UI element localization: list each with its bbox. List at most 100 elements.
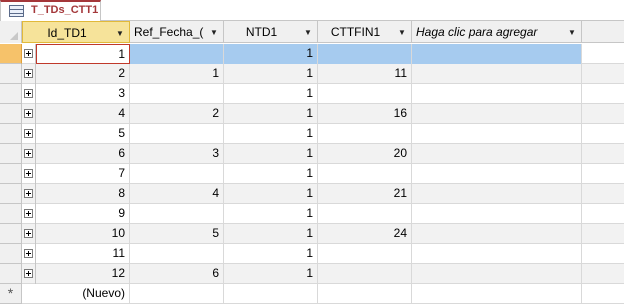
row-selector[interactable] [0,164,22,184]
plus-expand-icon[interactable] [24,229,33,238]
cell-id-td1[interactable]: 3 [36,84,130,104]
plus-expand-icon[interactable] [24,249,33,258]
cell-ntd1[interactable]: 1 [224,184,318,204]
cell-cttfin1[interactable] [318,264,412,284]
cell-cttfin1[interactable] [318,44,412,64]
cell-add-field[interactable] [412,204,582,224]
column-header-add-field[interactable]: Haga clic para agregar ▼ [412,21,582,43]
cell-add-field[interactable] [412,284,582,304]
row-selector[interactable] [0,84,22,104]
chevron-down-icon[interactable]: ▼ [397,28,407,38]
cell-cttfin1[interactable] [318,204,412,224]
cell-ref-fecha[interactable] [130,284,224,304]
expand-cell[interactable] [22,44,36,64]
cell-ref-fecha[interactable] [130,84,224,104]
expand-cell[interactable] [22,104,36,124]
cell-ref-fecha[interactable]: 4 [130,184,224,204]
cell-ntd1[interactable]: 1 [224,224,318,244]
row-selector[interactable] [0,104,22,124]
table-row[interactable]: 2 1 1 11 [0,64,624,84]
cell-add-field[interactable] [412,184,582,204]
plus-expand-icon[interactable] [24,69,33,78]
cell-id-td1[interactable]: 1 [36,44,130,64]
cell-ref-fecha[interactable] [130,124,224,144]
cell-id-td1[interactable]: 2 [36,64,130,84]
cell-id-td1[interactable]: 11 [36,244,130,264]
expand-cell[interactable] [22,164,36,184]
plus-expand-icon[interactable] [24,129,33,138]
row-selector[interactable] [0,144,22,164]
cell-cttfin1[interactable]: 16 [318,104,412,124]
table-row[interactable]: 11 1 [0,244,624,264]
cell-id-td1[interactable]: 9 [36,204,130,224]
cell-ntd1[interactable]: 1 [224,84,318,104]
cell-id-td1[interactable]: 4 [36,104,130,124]
table-row[interactable]: 71 [0,164,624,184]
plus-expand-icon[interactable] [24,89,33,98]
column-header-ref_fecha[interactable]: Ref_Fecha_( ▼ [130,21,224,43]
expand-cell[interactable] [22,224,36,244]
plus-expand-icon[interactable] [24,189,33,198]
cell-ntd1[interactable]: 1 [224,104,318,124]
cell-cttfin1[interactable] [318,284,412,304]
expand-cell[interactable] [22,124,36,144]
expand-cell[interactable] [22,184,36,204]
cell-cttfin1[interactable] [318,164,412,184]
table-row[interactable]: 6 3 1 20 [0,144,624,164]
cell-cttfin1[interactable]: 20 [318,144,412,164]
new-record-row[interactable]: * (Nuevo) [0,284,624,304]
cell-add-field[interactable] [412,224,582,244]
cell-ref-fecha[interactable] [130,44,224,64]
cell-id-td1[interactable]: 8 [36,184,130,204]
table-row[interactable]: 91 [0,204,624,224]
cell-ref-fecha[interactable]: 5 [130,224,224,244]
expand-cell[interactable] [22,64,36,84]
row-selector[interactable] [0,44,22,64]
cell-ntd1[interactable] [224,284,318,304]
plus-expand-icon[interactable] [24,169,33,178]
chevron-down-icon[interactable]: ▼ [567,28,577,38]
cell-ntd1[interactable]: 1 [224,44,318,64]
cell-cttfin1[interactable]: 24 [318,224,412,244]
table-row[interactable]: 51 [0,124,624,144]
cell-id-td1[interactable]: 5 [36,124,130,144]
cell-ntd1[interactable]: 1 [224,124,318,144]
cell-cttfin1[interactable]: 21 [318,184,412,204]
cell-cttfin1[interactable] [318,84,412,104]
cell-ntd1[interactable]: 1 [224,244,318,264]
cell-add-field[interactable] [412,244,582,264]
column-header-id_td1[interactable]: Id_TD1 ▼ [22,21,130,43]
table-row[interactable]: 12 6 1 [0,264,624,284]
new-record-marker[interactable]: * [0,284,22,304]
cell-ref-fecha[interactable]: 1 [130,64,224,84]
cell-add-field[interactable] [412,84,582,104]
select-all-corner[interactable] [0,21,22,43]
cell-add-field[interactable] [412,44,582,64]
cell-add-field[interactable] [412,64,582,84]
row-selector[interactable] [0,184,22,204]
row-selector[interactable] [0,124,22,144]
plus-expand-icon[interactable] [24,269,33,278]
cell-ntd1[interactable]: 1 [224,64,318,84]
table-row[interactable]: 8 4 1 21 [0,184,624,204]
table-row[interactable]: 4 2 1 16 [0,104,624,124]
cell-add-field[interactable] [412,124,582,144]
cell-ref-fecha[interactable] [130,244,224,264]
row-selector[interactable] [0,264,22,284]
expand-cell[interactable] [22,144,36,164]
cell-ref-fecha[interactable]: 2 [130,104,224,124]
chevron-down-icon[interactable]: ▼ [209,28,219,38]
row-selector[interactable] [0,244,22,264]
cell-id-td1[interactable]: 7 [36,164,130,184]
expand-cell[interactable] [22,84,36,104]
cell-cttfin1[interactable] [318,244,412,264]
cell-id-td1[interactable]: 10 [36,224,130,244]
cell-add-field[interactable] [412,144,582,164]
plus-expand-icon[interactable] [24,209,33,218]
table-tab[interactable]: T_TDs_CTT1 [0,0,101,22]
cell-id-td1[interactable]: 12 [36,264,130,284]
cell-ref-fecha[interactable]: 6 [130,264,224,284]
table-row[interactable]: 31 [0,84,624,104]
column-header-ntd1[interactable]: NTD1 ▼ [224,21,318,43]
cell-ntd1[interactable]: 1 [224,144,318,164]
